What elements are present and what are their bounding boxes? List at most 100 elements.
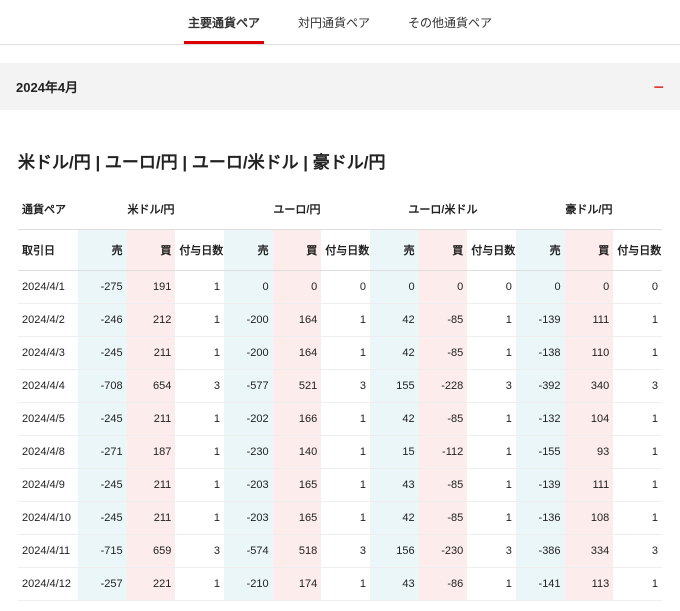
cell-date: 2024/4/10 <box>18 502 78 535</box>
cell-days: 1 <box>175 403 224 436</box>
cell-sell: 43 <box>370 469 419 502</box>
cell-sell: -200 <box>224 304 273 337</box>
table-row: 2024/4/2-2462121-200164142-851-1391111 <box>18 304 662 337</box>
table-row: 2024/4/10-2452111-203165142-851-1361081 <box>18 502 662 535</box>
cell-days: 1 <box>467 304 516 337</box>
table-row: 2024/4/9-2452111-203165143-851-1391111 <box>18 469 662 502</box>
cell-buy: 221 <box>127 568 176 601</box>
cell-buy: 521 <box>273 370 322 403</box>
cell-sell: 42 <box>370 304 419 337</box>
cell-days: 1 <box>175 436 224 469</box>
cell-days: 1 <box>613 304 662 337</box>
cell-buy: 0 <box>419 271 468 304</box>
col-sell: 売 <box>78 230 127 271</box>
cell-days: 1 <box>321 568 370 601</box>
col-date: 取引日 <box>18 230 78 271</box>
header-pair: 通貨ペア <box>18 191 78 230</box>
cell-sell: -138 <box>516 337 565 370</box>
cell-buy: 0 <box>565 271 614 304</box>
cell-sell: -577 <box>224 370 273 403</box>
col-buy: 買 <box>565 230 614 271</box>
cell-days: 1 <box>321 403 370 436</box>
cell-buy: -85 <box>419 403 468 436</box>
cell-days: 3 <box>613 535 662 568</box>
cell-buy: 654 <box>127 370 176 403</box>
table-row: 2024/4/3-2452111-200164142-851-1381101 <box>18 337 662 370</box>
cell-sell: -210 <box>224 568 273 601</box>
cell-buy: 334 <box>565 535 614 568</box>
cell-sell: -139 <box>516 304 565 337</box>
cell-days: 1 <box>467 436 516 469</box>
cell-days: 1 <box>613 469 662 502</box>
content-area: 米ドル/円 | ユーロ/円 | ユーロ/米ドル | 豪ドル/円 通貨ペア 米ドル… <box>0 110 680 611</box>
cell-sell: 155 <box>370 370 419 403</box>
table-row: 2024/4/12-2572211-210174143-861-1411131 <box>18 568 662 601</box>
cell-sell: -245 <box>78 469 127 502</box>
cell-buy: 111 <box>565 469 614 502</box>
cell-days: 3 <box>321 535 370 568</box>
col-days: 付与日数 <box>467 230 516 271</box>
cell-days: 1 <box>321 436 370 469</box>
col-buy: 買 <box>419 230 468 271</box>
cell-days: 1 <box>175 502 224 535</box>
cell-sell: 156 <box>370 535 419 568</box>
cell-buy: -86 <box>419 568 468 601</box>
cell-date: 2024/4/3 <box>18 337 78 370</box>
cell-sell: -245 <box>78 502 127 535</box>
month-accordion[interactable]: 2024年4月 − <box>0 63 680 110</box>
cell-sell: 42 <box>370 502 419 535</box>
cell-days: 1 <box>321 304 370 337</box>
cell-buy: -85 <box>419 502 468 535</box>
cell-buy: 0 <box>273 271 322 304</box>
month-label: 2024年4月 <box>16 77 78 96</box>
cell-buy: 111 <box>565 304 614 337</box>
cell-days: 1 <box>321 502 370 535</box>
cell-sell: -200 <box>224 337 273 370</box>
cell-sell: 42 <box>370 403 419 436</box>
cell-buy: -230 <box>419 535 468 568</box>
cell-buy: 165 <box>273 469 322 502</box>
header-eurusd: ユーロ/米ドル <box>370 191 516 230</box>
cell-buy: 211 <box>127 469 176 502</box>
cell-buy: 211 <box>127 403 176 436</box>
cell-buy: 104 <box>565 403 614 436</box>
cell-buy: -228 <box>419 370 468 403</box>
cell-buy: 187 <box>127 436 176 469</box>
cell-sell: -257 <box>78 568 127 601</box>
cell-sell: 0 <box>516 271 565 304</box>
cell-buy: 110 <box>565 337 614 370</box>
cell-days: 1 <box>175 304 224 337</box>
cell-buy: 191 <box>127 271 176 304</box>
cell-days: 3 <box>467 370 516 403</box>
cell-days: 1 <box>175 271 224 304</box>
cell-sell: 42 <box>370 337 419 370</box>
cell-sell: -230 <box>224 436 273 469</box>
cell-days: 1 <box>467 568 516 601</box>
cell-days: 1 <box>467 403 516 436</box>
cell-days: 1 <box>175 337 224 370</box>
table-row: 2024/4/4-7086543-5775213155-2283-3923403 <box>18 370 662 403</box>
cell-days: 1 <box>321 337 370 370</box>
cell-date: 2024/4/1 <box>18 271 78 304</box>
header-eurjpy: ユーロ/円 <box>224 191 370 230</box>
cell-buy: 164 <box>273 337 322 370</box>
cell-sell: 43 <box>370 568 419 601</box>
tab-other-pairs[interactable]: その他通貨ペア <box>404 8 496 44</box>
cell-sell: -141 <box>516 568 565 601</box>
cell-days: 1 <box>467 337 516 370</box>
cell-sell: -245 <box>78 337 127 370</box>
tab-jpy-pairs[interactable]: 対円通貨ペア <box>294 8 374 44</box>
cell-days: 1 <box>613 403 662 436</box>
cell-buy: 164 <box>273 304 322 337</box>
tab-major-pairs[interactable]: 主要通貨ペア <box>184 8 264 44</box>
cell-sell: -136 <box>516 502 565 535</box>
cell-buy: -85 <box>419 304 468 337</box>
collapse-icon: − <box>653 78 664 96</box>
cell-buy: 174 <box>273 568 322 601</box>
cell-days: 0 <box>321 271 370 304</box>
cell-buy: 212 <box>127 304 176 337</box>
table-row: 2024/4/11-7156593-5745183156-2303-386334… <box>18 535 662 568</box>
cell-buy: 518 <box>273 535 322 568</box>
currency-tabs: 主要通貨ペア 対円通貨ペア その他通貨ペア <box>0 0 680 45</box>
cell-buy: 165 <box>273 502 322 535</box>
